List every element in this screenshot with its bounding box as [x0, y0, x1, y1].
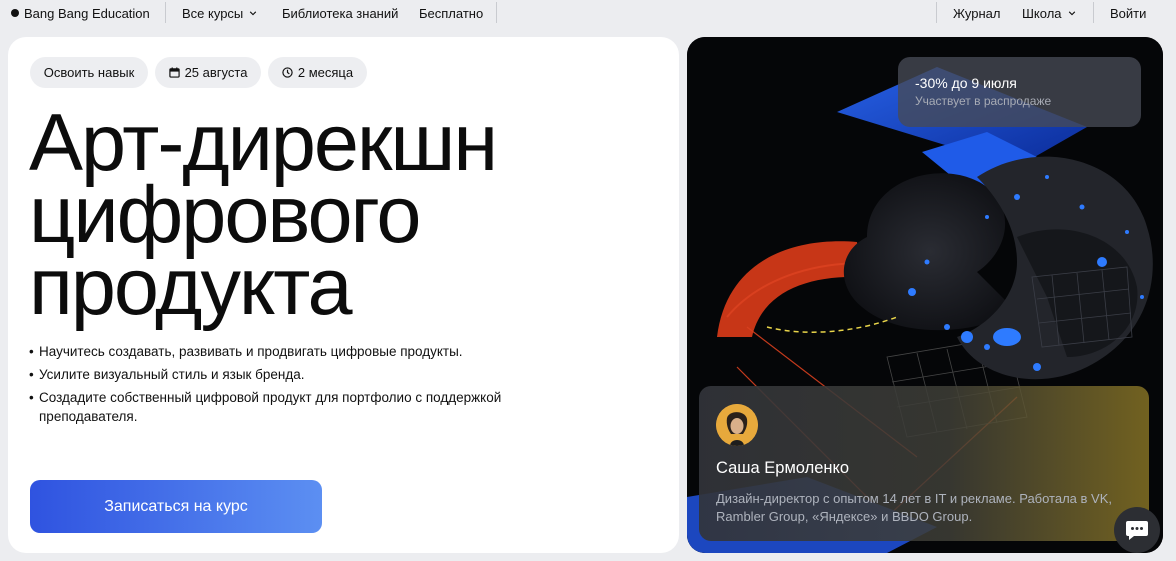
- enroll-button[interactable]: Записаться на курс: [30, 480, 322, 533]
- course-title-line: Арт-дирекшн: [29, 98, 498, 188]
- sale-title: -30% до 9 июля: [915, 75, 1017, 91]
- chip-duration: 2 месяца: [268, 57, 367, 88]
- course-title-line: продукта: [29, 242, 353, 332]
- chip-start-date: 25 августа: [155, 57, 261, 88]
- nav-free[interactable]: Бесплатно: [419, 0, 483, 26]
- nav-divider: [496, 2, 497, 23]
- nav-all-courses-label: Все курсы: [182, 5, 244, 21]
- clock-icon: [282, 67, 293, 78]
- sale-subtitle: Участвует в распродаже: [915, 94, 1052, 108]
- course-benefits-list: Научитесь создавать, развивать и продвиг…: [29, 342, 559, 430]
- logo[interactable]: Bang Bang Education: [11, 0, 150, 26]
- chip-skill: Освоить навык: [30, 57, 148, 88]
- enroll-button-label: Записаться на курс: [104, 497, 248, 515]
- nav-divider: [1093, 2, 1094, 23]
- nav-divider: [165, 2, 166, 23]
- course-title-line: цифрового: [29, 170, 421, 260]
- sale-banner: -30% до 9 июля Участвует в распродаже: [898, 57, 1141, 127]
- nav-knowledge-library[interactable]: Библиотека знаний: [282, 0, 398, 26]
- avatar: [716, 404, 758, 446]
- chevron-down-icon: [1068, 11, 1075, 16]
- list-item: Научитесь создавать, развивать и продвиг…: [29, 342, 559, 361]
- course-title: Арт-дирекшн цифрового продукта: [29, 98, 669, 332]
- logo-dot-icon: [11, 9, 19, 17]
- course-visual-card: -30% до 9 июля Участвует в распродаже Са…: [687, 37, 1163, 553]
- chevron-down-icon: [250, 11, 257, 16]
- nav-free-label: Бесплатно: [419, 5, 484, 21]
- top-nav: Bang Bang Education Все курсы Библиотека…: [0, 0, 1176, 26]
- mentor-card: Саша Ермоленко Дизайн-директор с опытом …: [699, 386, 1149, 541]
- nav-divider: [936, 2, 937, 23]
- course-hero-card: Освоить навык 25 августа 2 месяца Арт-ди…: [8, 37, 679, 553]
- chip-duration-label: 2 месяца: [297, 65, 354, 80]
- nav-journal[interactable]: Журнал: [953, 0, 1000, 26]
- mentor-portrait: [716, 404, 758, 446]
- nav-knowledge-library-label: Библиотека знаний: [282, 5, 399, 21]
- chip-start-date-label: 25 августа: [184, 65, 248, 80]
- nav-school-label: Школа: [1022, 5, 1062, 21]
- login-link[interactable]: Войти: [1110, 0, 1146, 26]
- chat-icon: [1126, 521, 1148, 540]
- calendar-icon: [168, 67, 180, 78]
- login-label: Войти: [1110, 5, 1147, 21]
- nav-school[interactable]: Школа: [1022, 0, 1076, 26]
- list-item: Создадите собственный цифровой продукт д…: [29, 388, 559, 426]
- chat-button[interactable]: [1114, 507, 1160, 553]
- list-item: Усилите визуальный стиль и язык бренда.: [29, 365, 559, 384]
- nav-journal-label: Журнал: [953, 5, 1001, 21]
- nav-all-courses[interactable]: Все курсы: [182, 0, 257, 26]
- logo-text: Bang Bang Education: [24, 5, 150, 21]
- chip-skill-label: Освоить навык: [43, 65, 135, 80]
- mentor-description: Дизайн-директор с опытом 14 лет в IT и р…: [716, 491, 1112, 524]
- mentor-name: Саша Ермоленко: [716, 459, 850, 477]
